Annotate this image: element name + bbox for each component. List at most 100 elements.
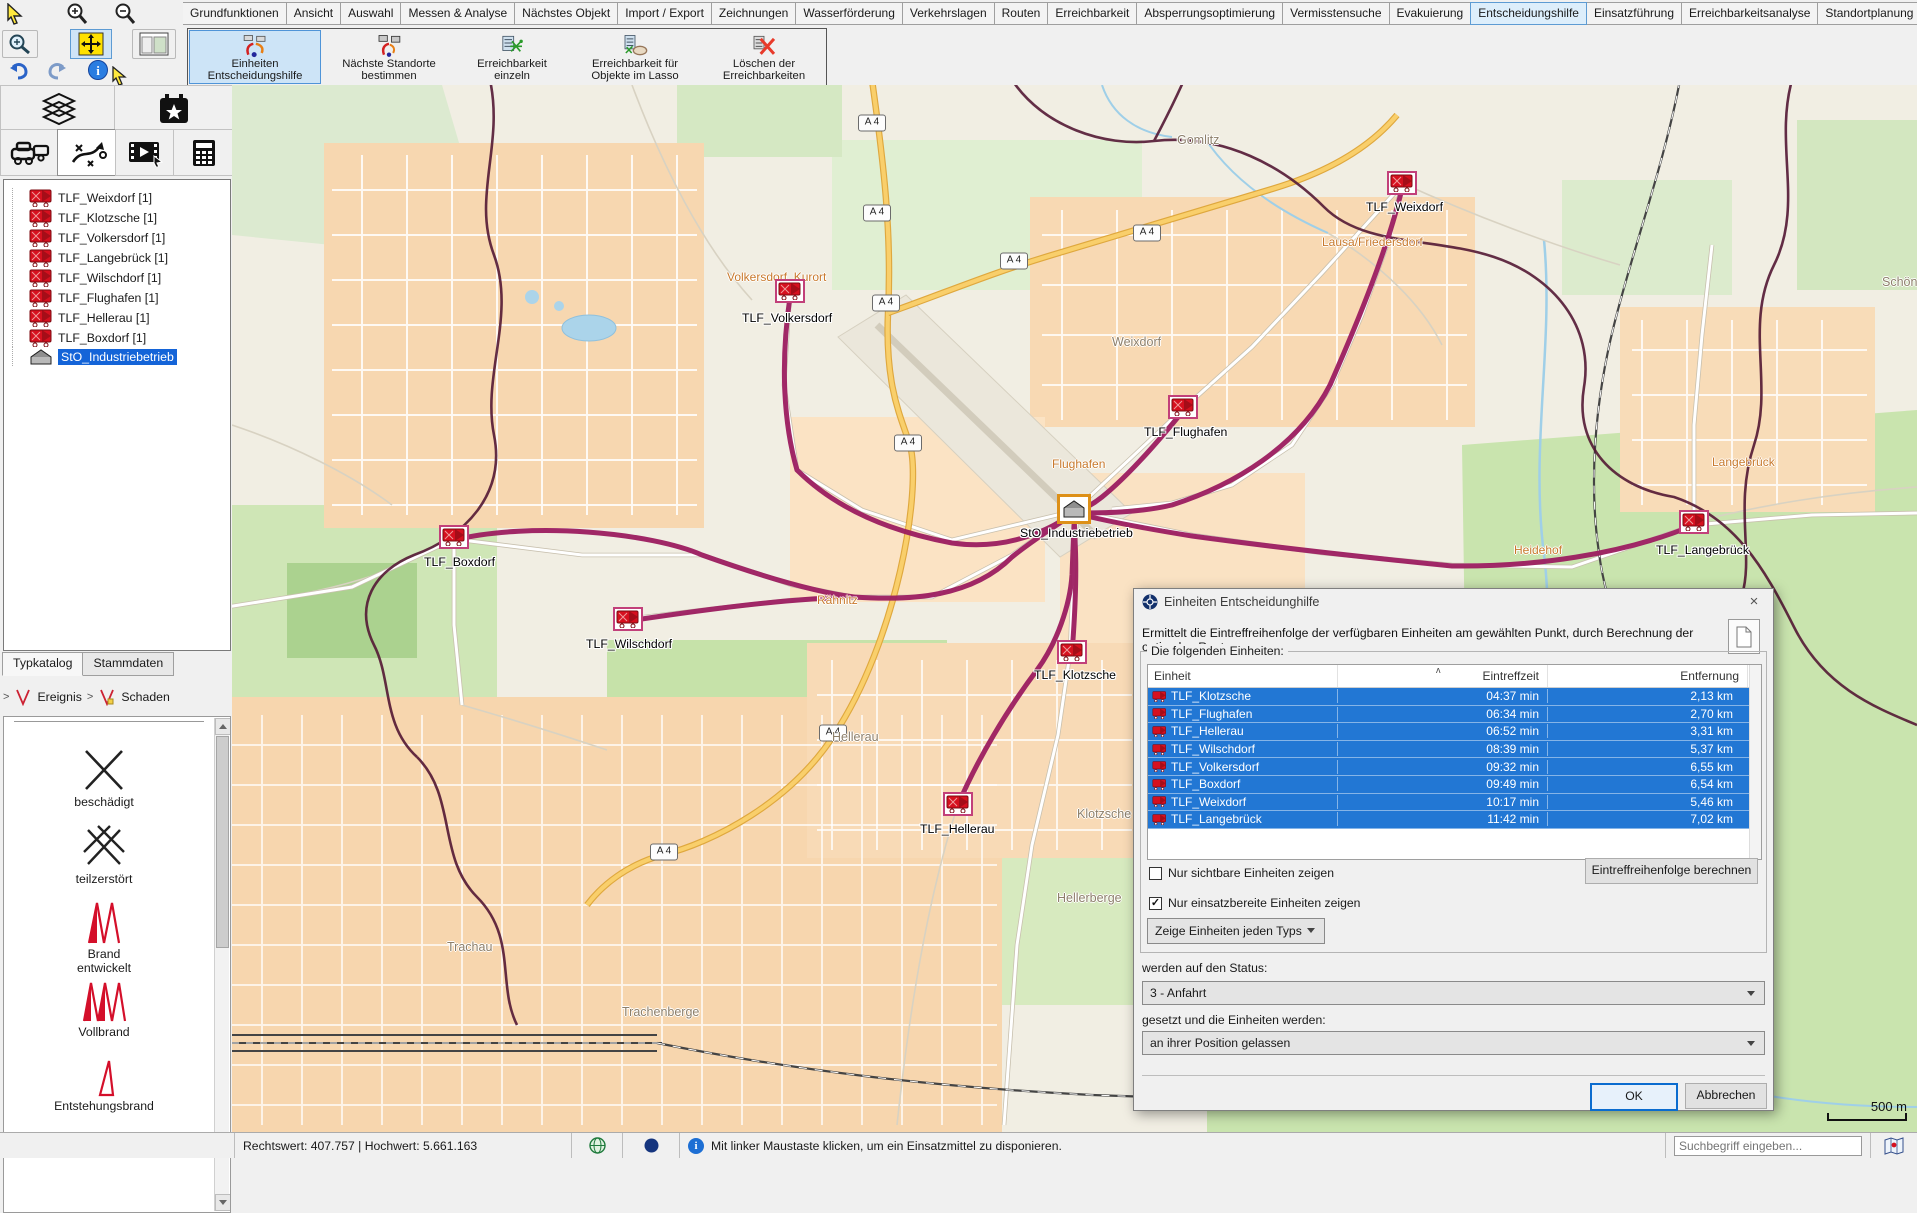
position-select[interactable]: an ihrer Position gelassen	[1142, 1031, 1765, 1055]
unit-list-item[interactable]: TLF_Hellerau [1]	[4, 308, 230, 327]
legend-item-brand-entwickelt[interactable]: Brand entwickelt	[4, 899, 204, 975]
menu-tab-messen-analyse[interactable]: Messen & Analyse	[400, 2, 515, 25]
menu-tab-entscheidungshilfe[interactable]: Entscheidungshilfe	[1470, 2, 1587, 25]
search-input[interactable]	[1674, 1136, 1862, 1156]
unit-marker-tlf-boxdorf[interactable]	[439, 525, 469, 549]
unit-marker-tlf-wilschdorf[interactable]	[613, 607, 643, 631]
unit-list-item[interactable]: TLF_Flughafen [1]	[4, 288, 230, 307]
scroll-up-icon[interactable]	[215, 718, 231, 735]
cancel-button[interactable]: Abbrechen	[1685, 1083, 1767, 1109]
delete-reachability-button[interactable]: Löschen der Erreichbarkeiten	[703, 30, 825, 84]
scroll-down-icon[interactable]	[215, 1194, 231, 1211]
table-row[interactable]: TLF_Boxdorf09:49 min6,54 km	[1148, 776, 1761, 794]
close-icon[interactable]: ×	[1739, 591, 1769, 613]
menu-tab-erreichbarkeit[interactable]: Erreichbarkeit	[1047, 2, 1137, 25]
menu-tab-erreichbarkeitsanalyse[interactable]: Erreichbarkeitsanalyse	[1681, 2, 1818, 25]
status-select[interactable]: 3 - Anfahrt	[1142, 981, 1765, 1005]
breadcrumb-item[interactable]: Ereignis	[37, 690, 81, 704]
sidebar-tab-vehicles[interactable]	[0, 129, 60, 176]
table-row[interactable]: TLF_Volkersdorf09:32 min6,55 km	[1148, 758, 1761, 776]
zoom-in-button[interactable]	[60, 1, 94, 26]
calculate-arrival-order-button[interactable]: Eintreffreihenfolge berechnen	[1585, 858, 1758, 884]
sidebar-tab-layers[interactable]	[0, 85, 117, 132]
menu-tab-vermisstensuche[interactable]: Vermisstensuche	[1282, 2, 1389, 25]
menu-tab-wasserfoerderung[interactable]: Wasserförderung	[795, 2, 903, 25]
checkbox-box[interactable]	[1149, 867, 1162, 880]
undo-button[interactable]	[4, 59, 34, 83]
table-row[interactable]: TLF_Hellerau06:52 min3,31 km	[1148, 723, 1761, 741]
site-marker-sto-industriebetrieb[interactable]	[1057, 494, 1091, 524]
menu-tab-routen[interactable]: Routen	[994, 2, 1049, 25]
unit-list-item[interactable]: TLF_Volkersdorf [1]	[4, 228, 230, 247]
unit-marker-tlf-flughafen[interactable]	[1168, 395, 1198, 419]
menu-tab-import-export[interactable]: Import / Export	[617, 2, 712, 25]
unit-marker-tlf-langebrueck[interactable]	[1679, 510, 1709, 534]
map-tool-indicator[interactable]	[1871, 1133, 1917, 1158]
sidebar-tab-routes[interactable]	[57, 129, 118, 176]
row-distance: 5,46 km	[1548, 795, 1741, 809]
menu-tab-grundfunktionen[interactable]: Grundfunktionen	[183, 2, 287, 25]
unit-marker-tlf-volkersdorf[interactable]	[775, 279, 805, 303]
undo-icon	[8, 61, 30, 81]
tab-typkatalog[interactable]: Typkatalog	[2, 652, 83, 676]
units-table[interactable]: Einheit Eintreffzeit Entfernung ᴧ TLF_Kl…	[1147, 664, 1762, 860]
menu-tab-evakuierung[interactable]: Evakuierung	[1389, 2, 1472, 25]
table-row[interactable]: TLF_Weixdorf10:17 min5,46 km	[1148, 794, 1761, 812]
menu-tab-einsatzfuehrung[interactable]: Einsatzführung	[1586, 2, 1682, 25]
sidebar-tab-calculator[interactable]	[173, 129, 234, 176]
unit-list-item[interactable]: TLF_Langebrück [1]	[4, 248, 230, 267]
scrollbar-thumb[interactable]	[216, 736, 229, 948]
units-decision-button[interactable]: Einheiten Entscheidungshilfe	[189, 30, 321, 84]
sidebar-tab-playback[interactable]	[115, 129, 176, 176]
sidebar-tab-events[interactable]	[114, 85, 234, 132]
reachability-single-button[interactable]: Erreichbarkeit einzeln	[457, 30, 567, 84]
table-row[interactable]: TLF_Wilschdorf08:39 min5,37 km	[1148, 741, 1761, 759]
legend-item-entstehungsbrand[interactable]: Entstehungsbrand	[4, 1055, 204, 1113]
unit-list-item-selected[interactable]: StO_Industriebetrieb	[4, 347, 230, 366]
tab-stammdaten[interactable]: Stammdaten	[82, 652, 174, 676]
zoom-out-button[interactable]	[108, 1, 142, 26]
column-header-eintreffzeit[interactable]: Eintreffzeit	[1338, 665, 1548, 687]
select-cursor-icon[interactable]	[2, 1, 28, 26]
breadcrumb-item[interactable]: Schaden	[121, 690, 170, 704]
legend-item-teilzerstoert[interactable]: teilzerstört	[4, 822, 204, 886]
column-header-entfernung[interactable]: Entfernung	[1548, 665, 1748, 687]
unit-marker-tlf-weixdorf[interactable]	[1387, 171, 1417, 195]
projection-indicator[interactable]	[572, 1133, 623, 1158]
table-row[interactable]: TLF_Flughafen06:34 min2,70 km	[1148, 706, 1761, 724]
table-scrollbar[interactable]	[1749, 665, 1761, 859]
unit-list-item[interactable]: TLF_Wilschdorf [1]	[4, 268, 230, 287]
overview-panel-button[interactable]	[132, 29, 176, 59]
reachability-lasso-button[interactable]: Erreichbarkeit für Objekte im Lasso	[567, 30, 703, 84]
unit-marker-tlf-hellerau[interactable]	[943, 792, 973, 816]
unit-list-item[interactable]: TLF_Klotzsche [1]	[4, 208, 230, 227]
table-header[interactable]: Einheit Eintreffzeit Entfernung ᴧ	[1148, 665, 1761, 688]
unit-list-item[interactable]: TLF_Boxdorf [1]	[4, 328, 230, 347]
legend-item-vollbrand[interactable]: Vollbrand	[4, 979, 204, 1039]
menu-tab-absperrungsoptimierung[interactable]: Absperrungsoptimierung	[1136, 2, 1283, 25]
checkbox-box[interactable]	[1149, 897, 1162, 910]
pan-button[interactable]	[70, 29, 112, 59]
ok-button[interactable]: OK	[1590, 1083, 1678, 1111]
redo-button[interactable]	[42, 59, 72, 83]
copy-button[interactable]	[1728, 619, 1760, 654]
menu-tab-auswahl[interactable]: Auswahl	[340, 2, 401, 25]
dialog-title-bar[interactable]: Einheiten Entscheidunghilfe ×	[1134, 589, 1773, 615]
zoom-region-button[interactable]	[2, 30, 38, 58]
menu-tab-standortplanung[interactable]: Standortplanung	[1817, 2, 1917, 25]
checkbox-ready-units[interactable]: Nur einsatzbereite Einheiten zeigen	[1149, 896, 1360, 910]
menu-tab-zeichnungen[interactable]: Zeichnungen	[711, 2, 796, 25]
map-label: Heidehof	[1514, 543, 1562, 557]
menu-tab-verkehrslagen[interactable]: Verkehrslagen	[902, 2, 995, 25]
table-row[interactable]: TLF_Klotzsche04:37 min2,13 km	[1148, 688, 1761, 706]
unit-type-dropdown[interactable]: Zeige Einheiten jeden Typs	[1147, 918, 1325, 944]
table-row[interactable]: TLF_Langebrück11:42 min7,02 km	[1148, 811, 1761, 829]
unit-marker-tlf-klotzsche[interactable]	[1057, 640, 1087, 664]
legend-item-beschaedigt[interactable]: beschädigt	[4, 745, 204, 809]
checkbox-visible-units[interactable]: Nur sichtbare Einheiten zeigen	[1149, 866, 1334, 880]
menu-tab-ansicht[interactable]: Ansicht	[286, 2, 341, 25]
unit-list-item[interactable]: TLF_Weixdorf [1]	[4, 188, 230, 207]
menu-tab-naechstes-objekt[interactable]: Nächstes Objekt	[514, 2, 618, 25]
nearest-locations-button[interactable]: Nächste Standorte bestimmen	[321, 30, 457, 84]
column-header-einheit[interactable]: Einheit	[1148, 665, 1338, 687]
